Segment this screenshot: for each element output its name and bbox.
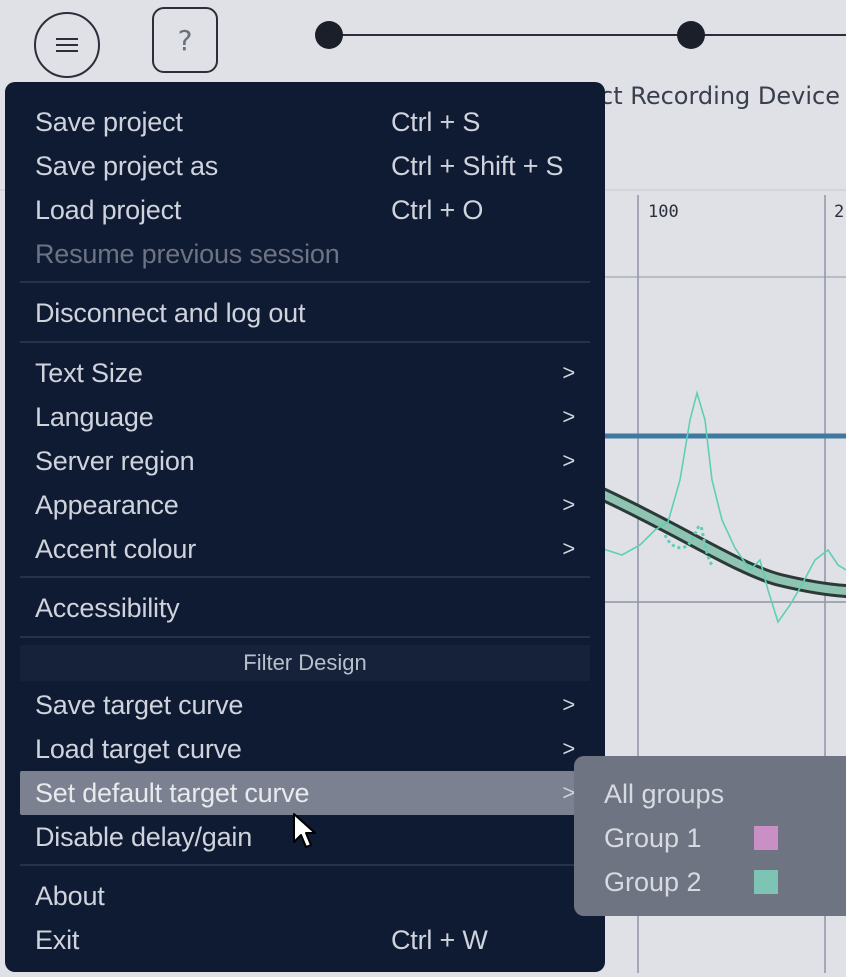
question-mark-icon: ? — [177, 23, 193, 57]
top-bar: ? — [0, 0, 846, 82]
chevron-right-icon: > — [562, 536, 575, 561]
menu-item-accent-colour[interactable]: Accent colour > — [35, 527, 575, 571]
menu-item-label: Save project — [35, 106, 183, 137]
shortcut-label: Ctrl + Shift + S — [391, 150, 564, 181]
submenu-default-target-curve: All groups Group 1 Group 2 — [574, 756, 846, 916]
hamburger-icon — [56, 36, 78, 54]
group-1-color-swatch — [754, 826, 778, 850]
menu-separator — [20, 864, 590, 866]
menu-item-exit[interactable]: Exit Ctrl + W — [35, 918, 575, 962]
chevron-right-icon: > — [562, 360, 575, 385]
help-button[interactable]: ? — [152, 7, 218, 73]
menu-item-about[interactable]: About — [35, 874, 575, 918]
menu-item-label: Text Size — [35, 357, 143, 388]
menu-item-save-project-as[interactable]: Save project as Ctrl + Shift + S — [35, 144, 575, 188]
x-tick-200: 2 — [834, 202, 845, 222]
menu-item-label: About — [35, 880, 105, 911]
menu-item-label: Load project — [35, 194, 182, 225]
menu-item-label: Accent colour — [35, 533, 196, 564]
menu-item-label: Load target curve — [35, 733, 242, 764]
menu-item-label: Language — [35, 401, 154, 432]
stepper-track — [328, 34, 846, 36]
step-label: ct Recording Device — [600, 82, 840, 110]
submenu-item-label: All groups — [604, 778, 725, 809]
chevron-right-icon: > — [562, 448, 575, 473]
chevron-right-icon: > — [562, 736, 575, 761]
chevron-right-icon: > — [562, 692, 575, 717]
menu-item-label: Set default target curve — [35, 777, 310, 808]
shortcut-label: Ctrl + S — [391, 106, 481, 137]
menu-item-save-target-curve[interactable]: Save target curve > — [35, 683, 575, 727]
submenu-item-all-groups[interactable]: All groups — [604, 772, 834, 816]
menu-item-save-project[interactable]: Save project Ctrl + S — [35, 100, 575, 144]
menu-separator — [20, 341, 590, 343]
section-header-filter-design: Filter Design — [20, 645, 590, 681]
step-dot-1[interactable] — [315, 21, 343, 49]
menu-item-label: Disconnect and log out — [35, 297, 306, 328]
menu-item-load-target-curve[interactable]: Load target curve > — [35, 727, 575, 771]
hamburger-menu-button[interactable] — [34, 12, 100, 78]
chevron-right-icon: > — [562, 404, 575, 429]
menu-separator — [20, 576, 590, 578]
submenu-item-label: Group 2 — [604, 866, 702, 897]
menu-item-server-region[interactable]: Server region > — [35, 439, 575, 483]
menu-item-label: Appearance — [35, 489, 179, 520]
chevron-right-icon: > — [562, 492, 575, 517]
menu-item-disconnect-log-out[interactable]: Disconnect and log out — [35, 291, 575, 335]
menu-separator — [20, 636, 590, 638]
menu-item-load-project[interactable]: Load project Ctrl + O — [35, 188, 575, 232]
step-dot-2[interactable] — [677, 21, 705, 49]
submenu-item-group-2[interactable]: Group 2 — [604, 860, 834, 904]
menu-item-label: Resume previous session — [35, 238, 340, 269]
menu-separator — [20, 281, 590, 283]
menu-item-label: Exit — [35, 924, 80, 955]
menu-item-resume-previous-session: Resume previous session — [35, 232, 575, 276]
submenu-item-group-1[interactable]: Group 1 — [604, 816, 834, 860]
menu-item-label: Server region — [35, 445, 195, 476]
menu-item-text-size[interactable]: Text Size > — [35, 351, 575, 395]
menu-item-label: Save target curve — [35, 689, 244, 720]
shortcut-label: Ctrl + O — [391, 194, 484, 225]
menu-item-accessibility[interactable]: Accessibility — [35, 586, 575, 630]
mouse-cursor-icon — [293, 813, 316, 848]
menu-item-set-default-target-curve[interactable]: Set default target curve > — [20, 771, 575, 815]
menu-item-appearance[interactable]: Appearance > — [35, 483, 575, 527]
menu-item-language[interactable]: Language > — [35, 395, 575, 439]
group-2-color-swatch — [754, 870, 778, 894]
x-tick-100: 100 — [648, 202, 679, 222]
shortcut-label: Ctrl + W — [391, 924, 488, 955]
submenu-item-label: Group 1 — [604, 822, 702, 853]
menu-item-label: Accessibility — [35, 592, 180, 623]
target-curve — [596, 489, 846, 595]
